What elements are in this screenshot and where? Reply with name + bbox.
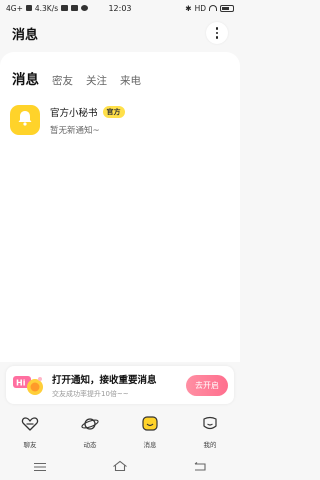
- message-title-line: 官方小秘书 官方: [50, 105, 125, 119]
- message-text: 官方小秘书 官方 暂无新通知~: [50, 105, 125, 136]
- profile-face-icon: [201, 416, 219, 436]
- back-icon[interactable]: [193, 457, 207, 476]
- tab-bar: 消息 密友 关注 来电: [12, 68, 141, 88]
- system-nav-bar: [0, 452, 240, 480]
- nav-label: 聊友: [23, 440, 37, 449]
- home-icon[interactable]: [112, 457, 128, 476]
- tab-close-friends[interactable]: 密友: [52, 73, 73, 88]
- illus-hi-text: Hi: [16, 379, 26, 388]
- page-title: 消息: [12, 27, 39, 43]
- battery-icon: [220, 4, 234, 12]
- nav-label: 我的: [203, 440, 217, 449]
- notification-subtitle: 交友成功率提升10倍~~: [52, 389, 129, 398]
- tab-messages[interactable]: 消息: [12, 68, 39, 88]
- nav-item-profile[interactable]: 我的: [190, 416, 230, 449]
- message-preview: 暂无新通知~: [50, 125, 100, 136]
- heart-chat-icon: [21, 416, 39, 436]
- nav-label: 动态: [83, 440, 97, 449]
- notification-title: 打开通知，接收重要消息: [52, 374, 157, 386]
- message-face-icon: [141, 415, 159, 436]
- status-time: 12:03: [108, 3, 132, 13]
- notification-text: 打开通知，接收重要消息 交友成功率提升10倍~~: [52, 372, 186, 399]
- bottom-nav: 聊友 动态 消息 我的: [0, 412, 240, 452]
- message-panel: 消息 密友 关注 来电 官方小秘书 官方 暂无新通知~: [0, 52, 240, 362]
- nav-item-chat-friends[interactable]: 聊友: [10, 416, 50, 449]
- nav-item-messages[interactable]: 消息: [130, 415, 170, 449]
- more-dot-icon: [215, 36, 219, 39]
- menu-icon[interactable]: [33, 457, 47, 476]
- header: 消息: [0, 16, 240, 50]
- enable-notifications-button[interactable]: 去开启: [186, 374, 228, 396]
- status-bar: 4G+ 4.3K/s 12:03 ✱ HD: [0, 0, 240, 16]
- tab-following[interactable]: 关注: [86, 73, 107, 88]
- tab-calls[interactable]: 来电: [120, 73, 141, 88]
- more-dot-icon: [215, 27, 219, 30]
- planet-icon: [81, 416, 99, 436]
- nav-item-moments[interactable]: 动态: [70, 416, 110, 449]
- more-options-button[interactable]: [206, 22, 228, 44]
- notification-illustration: Hi: [12, 372, 46, 398]
- nav-label: 消息: [143, 440, 157, 449]
- bell-icon: [16, 109, 34, 131]
- message-sender: 官方小秘书: [50, 107, 98, 119]
- avatar: [10, 105, 40, 135]
- more-dot-icon: [215, 31, 219, 35]
- list-item[interactable]: 官方小秘书 官方 暂无新通知~: [10, 100, 230, 140]
- notification-banner[interactable]: Hi 打开通知，接收重要消息 交友成功率提升10倍~~ 去开启: [6, 366, 234, 404]
- official-badge: 官方: [102, 105, 125, 118]
